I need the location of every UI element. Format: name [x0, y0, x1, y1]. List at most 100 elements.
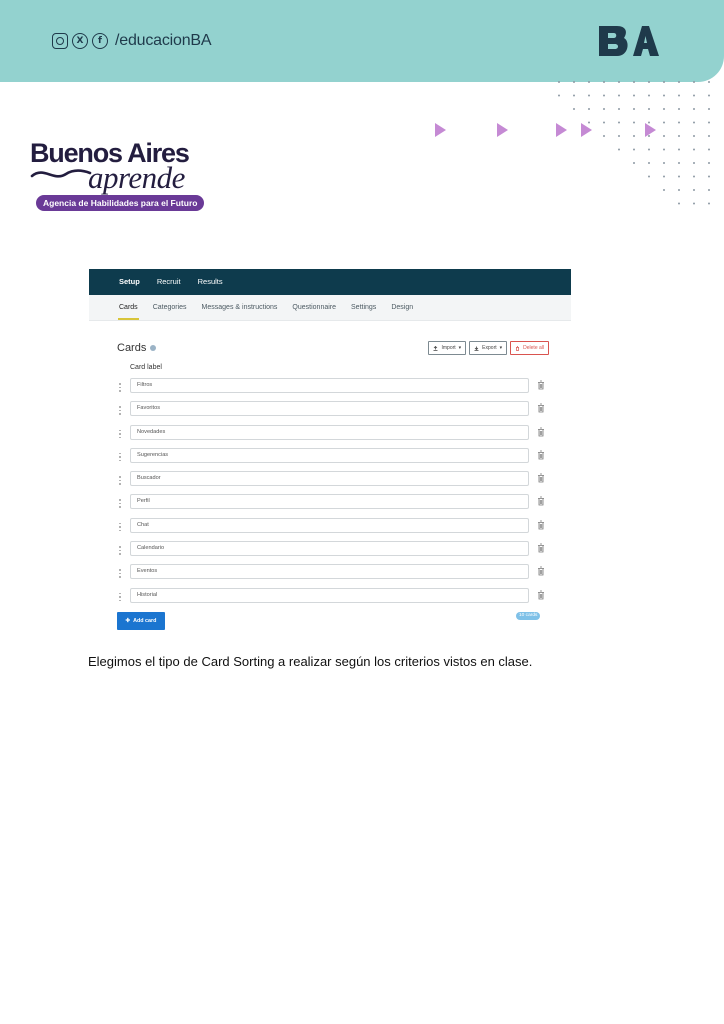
card-input[interactable]: Historial: [130, 587, 529, 603]
x-icon[interactable]: X: [72, 33, 88, 49]
decorative-dot: [603, 108, 605, 110]
brand-script: aprende: [88, 160, 185, 195]
card-row: Eventos: [117, 562, 547, 585]
decorative-dot: [573, 94, 575, 97]
facebook-icon[interactable]: f: [92, 33, 108, 49]
drag-handle-icon[interactable]: [119, 383, 121, 393]
decorative-dot: [618, 94, 620, 97]
card-input[interactable]: Perfil: [130, 494, 529, 510]
trash-icon[interactable]: [537, 403, 545, 413]
decorative-dot: [708, 81, 710, 83]
decorative-dot: [618, 148, 620, 151]
trash-icon[interactable]: [537, 520, 545, 530]
trash-icon[interactable]: [537, 566, 545, 576]
decorative-dot-grid: [558, 81, 710, 205]
import-button[interactable]: Import ▾: [428, 341, 467, 355]
decorative-dot: [708, 121, 710, 124]
card-input[interactable]: Calendario: [130, 541, 529, 557]
decorative-dot: [708, 175, 710, 178]
trash-icon[interactable]: [537, 427, 545, 437]
tab-messages[interactable]: Messages & instructions: [202, 295, 278, 320]
trash-icon[interactable]: [537, 450, 545, 460]
decorative-dot: [663, 81, 665, 83]
caption-text: Elegimos el tipo de Card Sorting a reali…: [88, 654, 533, 669]
decorative-dot: [663, 108, 665, 110]
app-screenshot: Setup Recruit Results Cards Categories M…: [89, 269, 571, 634]
decorative-dot: [678, 202, 680, 205]
decorative-dot: [693, 189, 695, 191]
decorative-dot: [678, 175, 680, 178]
decorative-dot: [618, 135, 620, 137]
card-input[interactable]: Eventos: [130, 564, 529, 580]
decorative-dot: [588, 108, 590, 110]
section-title-text: Cards: [117, 342, 147, 354]
card-row: Perfil: [117, 492, 547, 515]
decorative-dot: [678, 81, 680, 83]
instagram-icon[interactable]: [52, 33, 68, 49]
tab-categories[interactable]: Categories: [153, 295, 187, 320]
card-row: Sugerencias: [117, 446, 547, 469]
arrow-icon: [556, 123, 567, 137]
drag-handle-icon[interactable]: [119, 429, 121, 440]
drag-handle-icon[interactable]: [119, 592, 121, 603]
decorative-dot: [633, 135, 635, 137]
sub-nav: Cards Categories Messages & instructions…: [89, 295, 571, 321]
drag-handle-icon[interactable]: [119, 406, 121, 416]
decorative-dot: [648, 81, 650, 83]
decorative-dot: [693, 175, 695, 178]
drag-handle-icon[interactable]: [119, 452, 121, 463]
top-nav: Setup Recruit Results: [89, 269, 571, 295]
tab-cards[interactable]: Cards: [118, 295, 139, 320]
decorative-dot: [648, 148, 650, 151]
card-input[interactable]: Filtros: [130, 378, 529, 393]
card-row: Filtros: [117, 376, 547, 399]
drag-handle-icon[interactable]: [119, 499, 121, 509]
delete-all-button[interactable]: Delete all: [510, 341, 549, 355]
tab-setup[interactable]: Setup: [119, 269, 140, 295]
decorative-dot: [633, 94, 635, 97]
trash-icon[interactable]: [537, 380, 545, 390]
trash-icon[interactable]: [537, 543, 545, 553]
social-links: X f /educacionBA: [52, 32, 212, 50]
upload-icon: [433, 345, 438, 351]
export-button[interactable]: Export ▾: [469, 341, 508, 355]
decorative-dot: [693, 148, 695, 151]
card-row: Historial: [117, 586, 547, 609]
tab-settings[interactable]: Settings: [351, 295, 376, 320]
card-count-badge: 10 cards: [516, 612, 541, 620]
chevron-down-icon: ▾: [458, 345, 462, 351]
decorative-dot: [663, 189, 665, 191]
decorative-dot: [693, 81, 695, 83]
trash-icon[interactable]: [537, 473, 545, 483]
drag-handle-icon[interactable]: [119, 569, 121, 579]
decorative-dot: [588, 81, 590, 83]
tab-questionnaire[interactable]: Questionnaire: [292, 295, 336, 320]
card-input[interactable]: Chat: [130, 517, 529, 533]
tab-design[interactable]: Design: [391, 295, 413, 320]
trash-icon[interactable]: [537, 590, 545, 600]
tab-recruit[interactable]: Recruit: [157, 269, 181, 295]
card-input[interactable]: Sugerencias: [130, 447, 529, 463]
card-input[interactable]: Favoritos: [130, 401, 529, 417]
decorative-dot: [618, 121, 620, 124]
card-row: Chat: [117, 516, 547, 539]
social-handle[interactable]: /educacionBA: [115, 32, 212, 50]
tab-results[interactable]: Results: [198, 269, 223, 295]
trash-icon[interactable]: [537, 496, 545, 506]
download-icon: [474, 346, 479, 351]
column-label: Card label: [130, 364, 162, 371]
add-card-button[interactable]: ✚ Add card: [117, 612, 165, 630]
decorative-dot: [708, 135, 710, 137]
card-input[interactable]: Novedades: [130, 424, 529, 440]
drag-handle-icon[interactable]: [119, 522, 121, 533]
info-icon[interactable]: [150, 345, 157, 352]
drag-handle-icon[interactable]: [119, 546, 121, 556]
decorative-dot: [648, 162, 650, 164]
drag-handle-icon[interactable]: [119, 476, 121, 486]
decorative-dot: [633, 162, 635, 164]
decorative-dot: [708, 108, 710, 110]
card-row: Favoritos: [117, 399, 547, 422]
card-input[interactable]: Buscador: [130, 471, 529, 487]
decorative-dot: [558, 94, 560, 97]
swoosh-icon: [30, 169, 92, 178]
